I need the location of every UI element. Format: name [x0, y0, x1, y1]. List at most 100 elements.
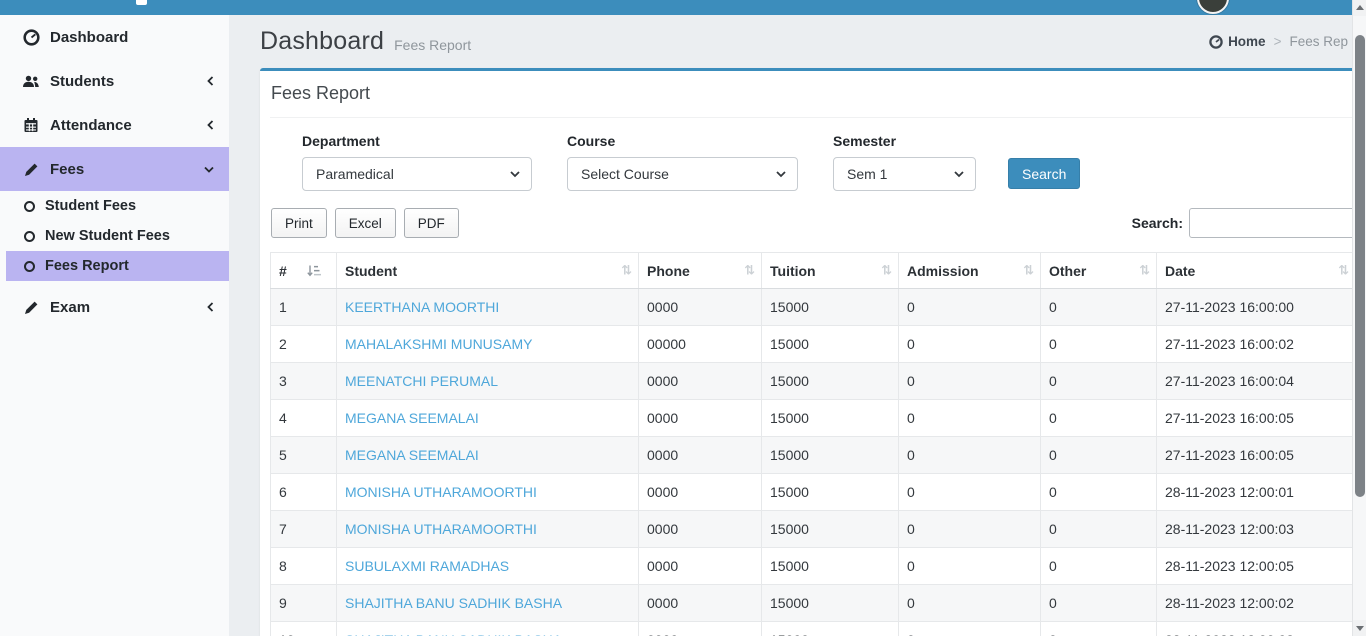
chevron-down-icon: [953, 170, 965, 178]
sidebar-item-label: Dashboard: [50, 29, 128, 46]
scrollbar-up-button[interactable]: [1353, 0, 1366, 16]
table-cell: 0: [899, 548, 1041, 585]
table-cell: 0: [1041, 622, 1157, 636]
circle-icon: [24, 201, 35, 212]
table-cell: 0000: [639, 289, 762, 326]
table-cell: 0: [1041, 437, 1157, 474]
student-link[interactable]: MEGANA SEEMALAI: [345, 447, 479, 463]
table-cell: 0: [899, 511, 1041, 548]
print-button[interactable]: Print: [271, 208, 327, 238]
table-cell: 0000: [639, 400, 762, 437]
student-link[interactable]: MONISHA UTHARAMOORTHI: [345, 521, 537, 537]
search-button[interactable]: Search: [1008, 158, 1080, 189]
sidebar-item-attendance[interactable]: Attendance: [0, 103, 229, 147]
breadcrumb-separator: >: [1274, 34, 1282, 49]
column-header-date[interactable]: Date⇅: [1157, 253, 1356, 289]
table-cell: 1: [271, 289, 337, 326]
sort-both-icon: ⇅: [744, 263, 755, 278]
table-cell: 00000: [639, 326, 762, 363]
sidebar-item-student-fees[interactable]: Student Fees: [0, 191, 229, 221]
table-cell: 0000: [639, 511, 762, 548]
chevron-down-icon: [775, 170, 787, 178]
table-cell: 0: [1041, 548, 1157, 585]
table-cell: 0000: [639, 585, 762, 622]
column-header-admission[interactable]: Admission⇅: [899, 253, 1041, 289]
sidebar-item-fees[interactable]: Fees: [0, 147, 229, 191]
course-select[interactable]: Select Course: [567, 157, 798, 191]
sort-both-icon: ⇅: [881, 263, 892, 278]
department-selected-value: Paramedical: [316, 166, 394, 182]
pdf-button[interactable]: PDF: [404, 208, 459, 238]
student-link[interactable]: MAHALAKSHMI MUNUSAMY: [345, 336, 532, 352]
course-filter: Course Select Course: [567, 133, 798, 191]
sidebar-item-students[interactable]: Students: [0, 59, 229, 103]
student-link[interactable]: SHAJITHA BANU SADHIK BASHA: [345, 632, 562, 636]
student-link[interactable]: MEENATCHI PERUMAL: [345, 373, 498, 389]
table-row: 7MONISHA UTHARAMOORTHI0000150000028-11-2…: [271, 511, 1356, 548]
student-link[interactable]: MONISHA UTHARAMOORTHI: [345, 484, 537, 500]
vertical-scrollbar[interactable]: [1352, 0, 1366, 636]
sidebar-item-exam[interactable]: Exam: [0, 285, 229, 329]
table-row: 8SUBULAXMI RAMADHAS0000150000028-11-2023…: [271, 548, 1356, 585]
student-link[interactable]: SHAJITHA BANU SADHIK BASHA: [345, 595, 562, 611]
breadcrumb-home-link[interactable]: Home: [1209, 34, 1266, 49]
semester-selected-value: Sem 1: [847, 166, 887, 182]
column-header-index[interactable]: #: [271, 253, 337, 289]
circle-icon: [24, 261, 35, 272]
chevron-down-icon: [509, 170, 521, 178]
table-cell: 3: [271, 363, 337, 400]
avatar[interactable]: [1197, 0, 1229, 14]
breadcrumb-home-label: Home: [1228, 34, 1266, 49]
table-cell: 28-11-2023 12:00:02: [1157, 622, 1356, 636]
table-cell: MEGANA SEEMALAI: [337, 437, 639, 474]
department-select[interactable]: Paramedical: [302, 157, 532, 191]
table-cell: 27-11-2023 16:00:04: [1157, 363, 1356, 400]
table-cell: 15000: [762, 585, 899, 622]
content-header: Dashboard Fees Report Home > Fees Rep: [229, 15, 1366, 68]
table-cell: 0: [1041, 289, 1157, 326]
table-row: 9SHAJITHA BANU SADHIK BASHA0000150000028…: [271, 585, 1356, 622]
sort-both-icon: ⇅: [1139, 263, 1150, 278]
arrow-down-icon: [1356, 626, 1364, 631]
table-cell: 0: [1041, 400, 1157, 437]
table-cell: 27-11-2023 16:00:05: [1157, 437, 1356, 474]
table-cell: 15000: [762, 474, 899, 511]
table-cell: 0: [1041, 326, 1157, 363]
column-header-student[interactable]: Student⇅: [337, 253, 639, 289]
sort-both-icon: ⇅: [1023, 263, 1034, 278]
table-cell: 0: [899, 622, 1041, 636]
table-cell: 0: [899, 363, 1041, 400]
table-cell: 0: [1041, 363, 1157, 400]
table-cell: 0: [899, 400, 1041, 437]
sidebar-item-new-student-fees[interactable]: New Student Fees: [0, 221, 229, 251]
table-row: 4MEGANA SEEMALAI0000150000027-11-2023 16…: [271, 400, 1356, 437]
table-header-row: # Student⇅ Phone⇅ Tuition⇅ Admission⇅ Ot…: [271, 253, 1356, 289]
chevron-down-icon: [203, 165, 215, 174]
student-link[interactable]: KEERTHANA MOORTHI: [345, 299, 499, 315]
student-link[interactable]: SUBULAXMI RAMADHAS: [345, 558, 509, 574]
table-cell: 0: [899, 326, 1041, 363]
table-cell: MEENATCHI PERUMAL: [337, 363, 639, 400]
page-title: Dashboard: [260, 27, 384, 56]
scrollbar-down-button[interactable]: [1353, 620, 1366, 636]
scrollbar-thumb[interactable]: [1355, 35, 1365, 497]
tachometer-icon: [22, 29, 40, 46]
column-header-other[interactable]: Other⇅: [1041, 253, 1157, 289]
table-row: 3MEENATCHI PERUMAL0000150000027-11-2023 …: [271, 363, 1356, 400]
table-cell: 2: [271, 326, 337, 363]
student-link[interactable]: MEGANA SEEMALAI: [345, 410, 479, 426]
sidebar-item-dashboard[interactable]: Dashboard: [0, 15, 229, 59]
column-header-phone[interactable]: Phone⇅: [639, 253, 762, 289]
calendar-icon: [22, 117, 40, 133]
sidebar-item-fees-report[interactable]: Fees Report: [6, 251, 229, 281]
column-header-tuition[interactable]: Tuition⇅: [762, 253, 899, 289]
sidebar-item-label: Attendance: [50, 117, 132, 134]
table-cell: 0: [899, 474, 1041, 511]
table-search-input[interactable]: [1189, 208, 1355, 238]
table-cell: 27-11-2023 16:00:05: [1157, 400, 1356, 437]
table-cell: 0000: [639, 363, 762, 400]
dashboard-icon: [1209, 35, 1223, 49]
excel-button[interactable]: Excel: [335, 208, 396, 238]
table-cell: 15000: [762, 548, 899, 585]
semester-select[interactable]: Sem 1: [833, 157, 976, 191]
